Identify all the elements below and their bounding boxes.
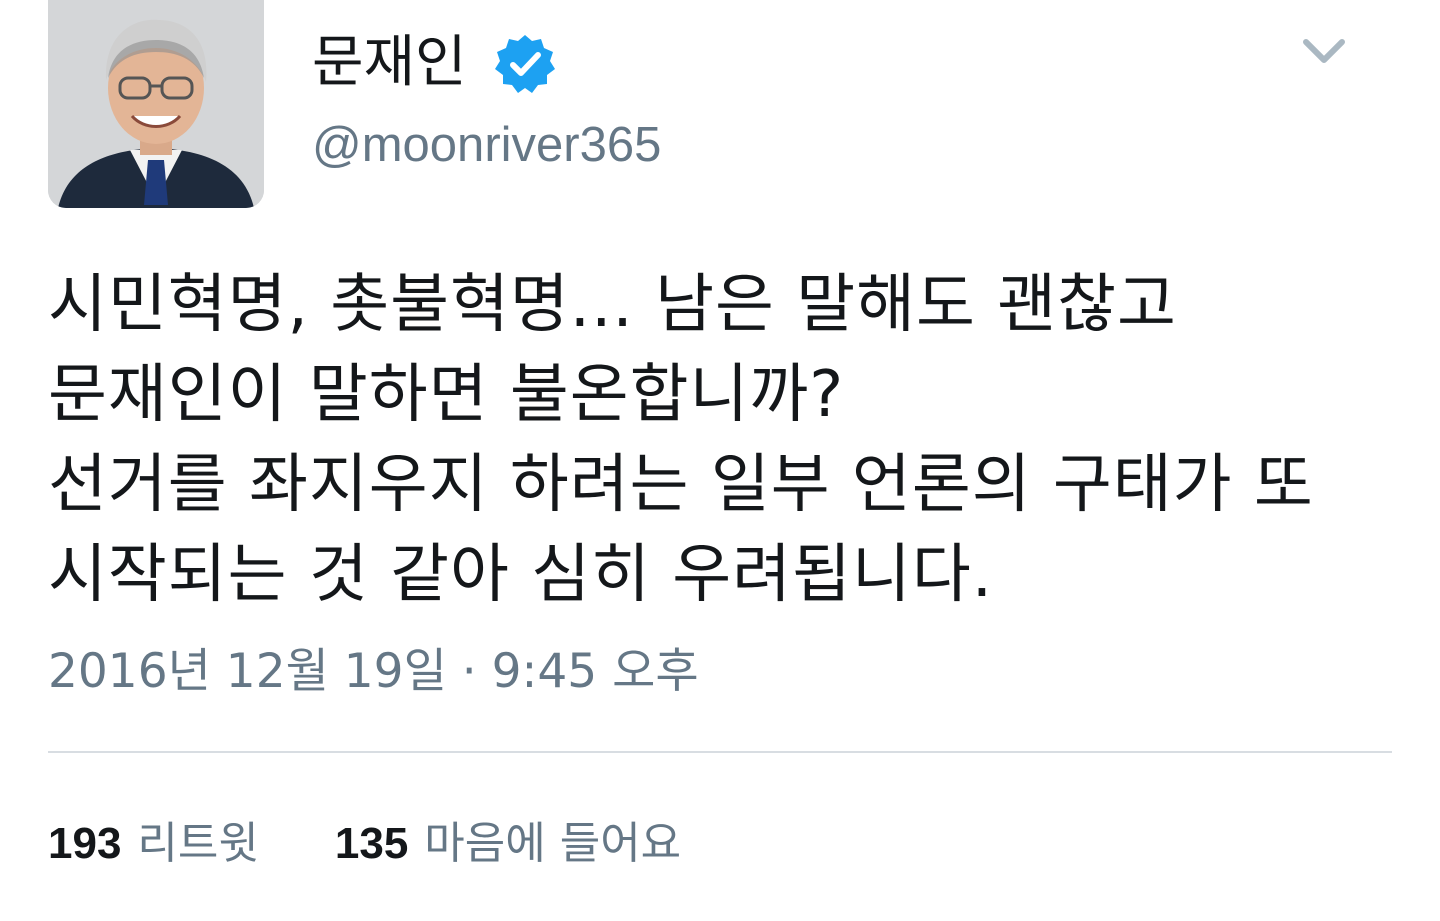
tweet-text-line: 시작되는 것 같아 심히 우려됩니다. xyxy=(48,538,994,612)
tweet-text-line: 시민혁명, 촛불혁명... 남은 말해도 괜찮고 xyxy=(48,268,1177,342)
chevron-down-icon[interactable] xyxy=(1300,34,1348,70)
likes-count: 135 xyxy=(334,819,409,868)
tweet-text-line: 문재인이 말하면 불온합니까? xyxy=(48,358,845,432)
likes-stat[interactable]: 135 마음에 들어요 xyxy=(335,818,681,869)
tweet-stats: 193 리트윗 135 마음에 들어요 xyxy=(48,816,681,872)
retweets-stat[interactable]: 193 리트윗 xyxy=(48,818,273,869)
tweet-text-line: 선거를 좌지우지 하려는 일부 언론의 구태가 또 xyxy=(48,448,1314,522)
retweets-label: 리트윗 xyxy=(137,818,259,869)
tweet-text: 시민혁명, 촛불혁명... 남은 말해도 괜찮고 문재인이 말하면 불온합니까?… xyxy=(48,260,1408,620)
likes-label: 마음에 들어요 xyxy=(424,818,682,869)
user-handle[interactable]: @moonriver365 xyxy=(312,116,661,174)
avatar[interactable] xyxy=(48,0,264,208)
divider xyxy=(48,751,1392,753)
tweet-timestamp[interactable]: 2016년 12월 19일 · 9:45 오후 xyxy=(48,643,699,701)
display-name[interactable]: 문재인 xyxy=(312,28,467,98)
retweets-count: 193 xyxy=(48,819,122,868)
verified-badge-icon xyxy=(494,33,556,95)
